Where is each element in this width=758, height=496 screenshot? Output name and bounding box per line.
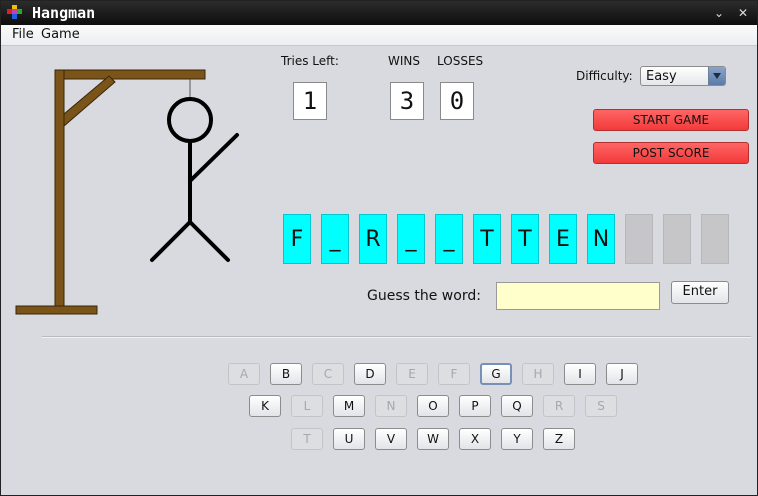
- letter-slot: T: [473, 214, 501, 264]
- gallows-drawing: [15, 69, 239, 315]
- difficulty-label: Difficulty:: [576, 69, 633, 83]
- post-score-button[interactable]: POST SCORE: [593, 142, 749, 164]
- key-x[interactable]: X: [459, 428, 491, 450]
- wins-label: WINS: [388, 54, 420, 68]
- key-q[interactable]: Q: [501, 395, 533, 417]
- letter-slot: N: [587, 214, 615, 264]
- key-s: S: [585, 395, 617, 417]
- chevron-down-icon[interactable]: ⌄: [711, 5, 727, 21]
- hangman-window: Hangman ⌄ ✕ File Game Tries Left: WINS L…: [0, 0, 758, 496]
- key-h: H: [522, 363, 554, 385]
- losses-label: LOSSES: [437, 54, 484, 68]
- key-k[interactable]: K: [249, 395, 281, 417]
- key-e: E: [396, 363, 428, 385]
- enter-button[interactable]: Enter: [671, 281, 729, 304]
- key-j[interactable]: J: [606, 363, 638, 385]
- key-v[interactable]: V: [375, 428, 407, 450]
- key-g[interactable]: G: [480, 363, 512, 385]
- key-m[interactable]: M: [333, 395, 365, 417]
- wins-value: 3: [390, 82, 424, 120]
- stick-figure: [150, 97, 239, 262]
- difficulty-value: Easy: [646, 69, 677, 84]
- letter-slot: _: [397, 214, 425, 264]
- key-r: R: [543, 395, 575, 417]
- menu-game[interactable]: Game: [41, 27, 80, 42]
- tries-left-label: Tries Left:: [281, 54, 339, 68]
- separator: [42, 336, 751, 338]
- letter-slot: F: [283, 214, 311, 264]
- key-o[interactable]: O: [417, 395, 449, 417]
- titlebar: Hangman ⌄ ✕: [1, 1, 757, 25]
- game-panel: Tries Left: WINS LOSSES 1 3 0 Difficulty…: [1, 46, 757, 495]
- letter-slot: _: [321, 214, 349, 264]
- menubar: File Game: [1, 25, 757, 46]
- key-u[interactable]: U: [333, 428, 365, 450]
- key-c: C: [312, 363, 344, 385]
- start-game-button[interactable]: START GAME: [593, 109, 749, 131]
- letter-slot: R: [359, 214, 387, 264]
- guess-input[interactable]: [496, 282, 660, 310]
- key-f: F: [438, 363, 470, 385]
- losses-value: 0: [440, 82, 474, 120]
- letter-slot: E: [549, 214, 577, 264]
- menu-file[interactable]: File: [12, 27, 34, 42]
- letter-slot: T: [511, 214, 539, 264]
- key-i[interactable]: I: [564, 363, 596, 385]
- key-w[interactable]: W: [417, 428, 449, 450]
- key-p[interactable]: P: [459, 395, 491, 417]
- key-n: N: [375, 395, 407, 417]
- tries-left-value: 1: [293, 82, 327, 120]
- guess-label: Guess the word:: [367, 288, 481, 304]
- key-d[interactable]: D: [354, 363, 386, 385]
- key-b[interactable]: B: [270, 363, 302, 385]
- key-y[interactable]: Y: [501, 428, 533, 450]
- key-l: L: [291, 395, 323, 417]
- letter-slot: [701, 214, 729, 264]
- window-title: Hangman: [32, 4, 96, 22]
- letter-slot: [625, 214, 653, 264]
- key-z[interactable]: Z: [543, 428, 575, 450]
- chevron-down-icon[interactable]: [708, 67, 725, 85]
- key-t: T: [291, 428, 323, 450]
- key-a: A: [228, 363, 260, 385]
- letter-slot: [663, 214, 691, 264]
- letter-slot: _: [435, 214, 463, 264]
- app-icon: [7, 5, 22, 19]
- gallows: [15, 69, 206, 315]
- difficulty-select[interactable]: Easy: [640, 66, 726, 86]
- close-icon[interactable]: ✕: [735, 5, 751, 21]
